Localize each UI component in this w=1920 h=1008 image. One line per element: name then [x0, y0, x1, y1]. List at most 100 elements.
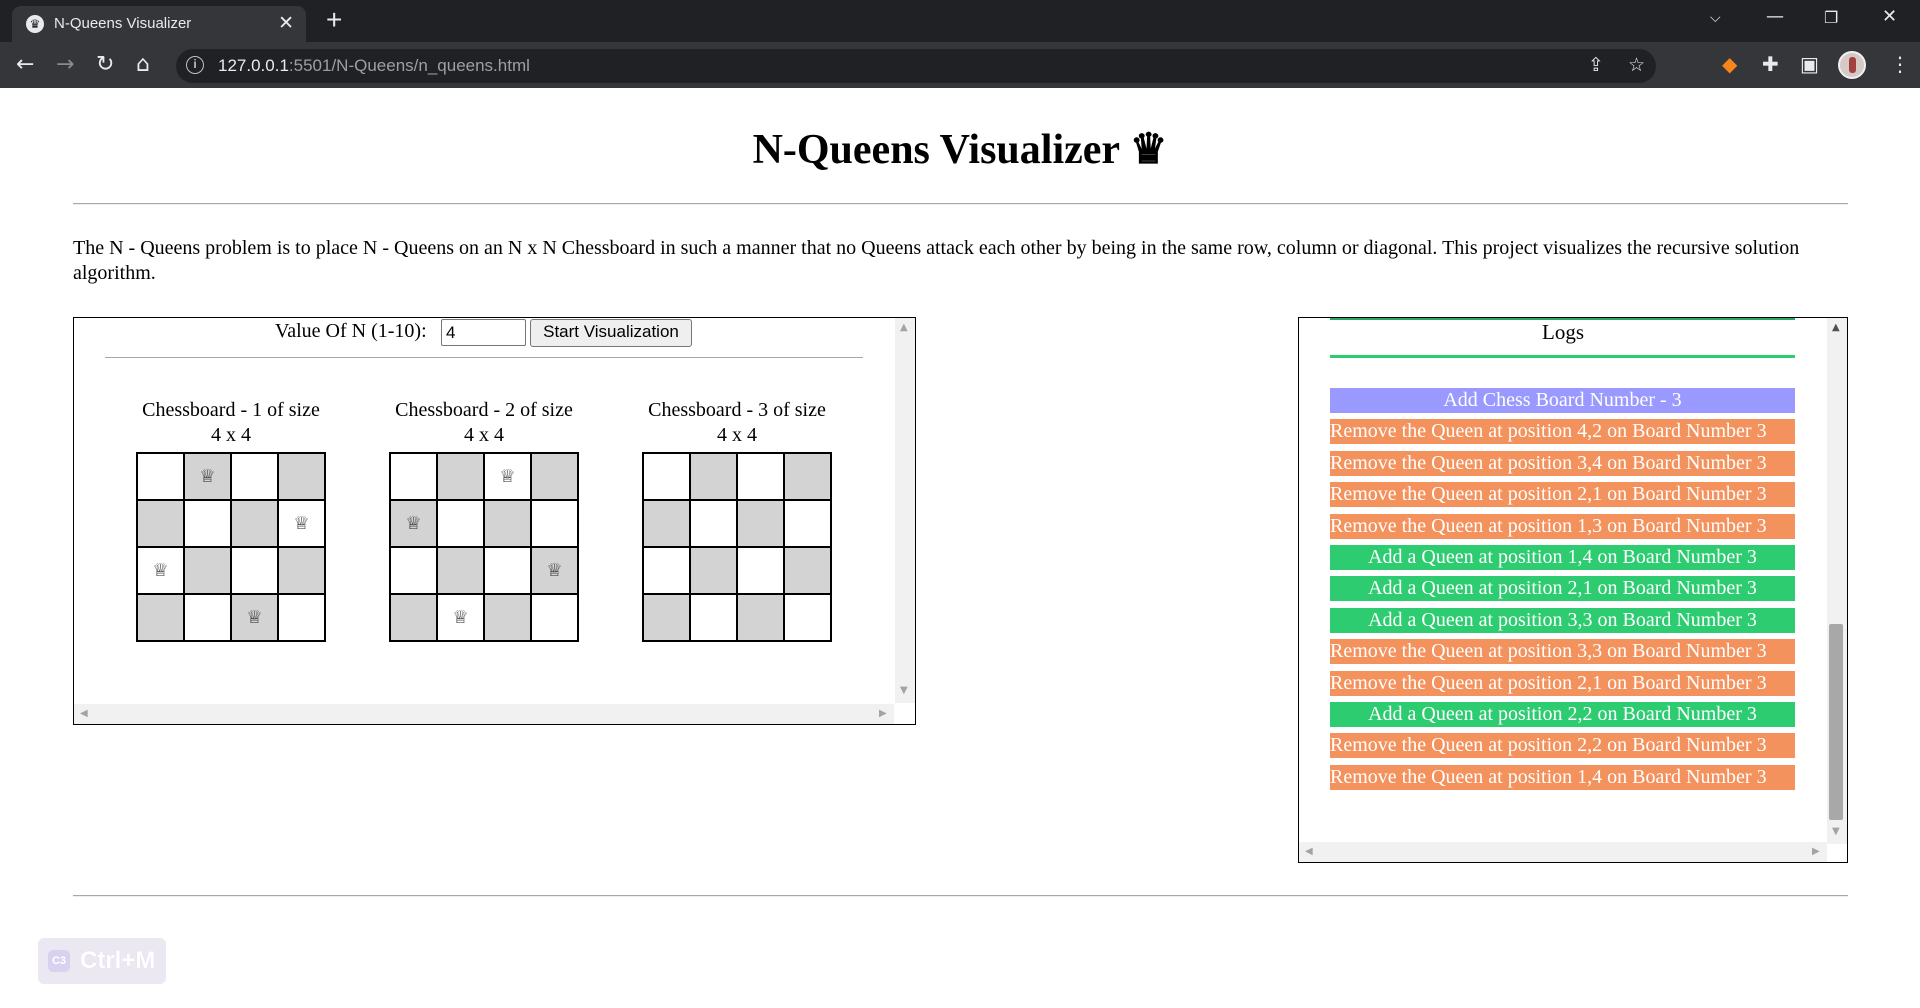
board-square — [737, 500, 784, 547]
new-tab-icon[interactable]: + — [326, 6, 342, 34]
queen-icon: ♕ — [452, 607, 469, 628]
logs-panel[interactable]: Logs Add Chess Board Number - 3 Remove th… — [1298, 317, 1848, 863]
star-bookmark-icon[interactable]: ☆ — [1628, 54, 1645, 76]
shortcut-overlay[interactable]: C3 Ctrl+M — [38, 938, 166, 984]
logs-vertical-scrollbar[interactable]: ▲ ▼ — [1827, 318, 1847, 844]
board-square — [690, 547, 737, 594]
logs-horizontal-scrollbar[interactable]: ◀ ▶ — [1299, 842, 1827, 862]
queen-icon: ♕ — [405, 513, 422, 534]
browser-menu-icon[interactable]: ⋮ — [1890, 52, 1910, 76]
board-square — [184, 594, 231, 641]
site-info-icon[interactable]: i — [186, 56, 204, 74]
shortcut-label: Ctrl+M — [80, 947, 156, 974]
scroll-right-arrow-icon[interactable]: ▶ — [1812, 846, 1820, 857]
board-square — [531, 500, 578, 547]
board-square — [231, 453, 278, 500]
board-square: ♕ — [231, 594, 278, 641]
board-square — [278, 594, 325, 641]
board-square — [484, 547, 531, 594]
share-icon[interactable]: ⇪ — [1588, 54, 1604, 76]
board-size-label: 4 x 4 — [717, 424, 757, 446]
board-square — [784, 594, 831, 641]
browser-tab[interactable]: ♛ N-Queens Visualizer ✕ — [12, 6, 306, 42]
scroll-left-arrow-icon[interactable]: ◀ — [80, 708, 88, 719]
horizontal-scrollbar[interactable]: ◀ ▶ — [74, 704, 894, 724]
board-square — [278, 547, 325, 594]
forward-icon[interactable]: → — [56, 51, 74, 79]
scroll-up-arrow-icon[interactable]: ▲ — [1832, 322, 1840, 333]
controls-divider — [105, 357, 863, 358]
reload-icon[interactable]: ↻ — [96, 51, 114, 79]
scroll-up-arrow-icon[interactable]: ▲ — [900, 322, 908, 333]
side-panel-icon[interactable]: ▣ — [1800, 52, 1819, 76]
board-square: ♕ — [184, 453, 231, 500]
log-entry-add-board: Add Chess Board Number - 3 — [1330, 388, 1795, 413]
metamask-extension-icon[interactable]: ◆ — [1722, 52, 1737, 76]
board-square: ♕ — [531, 547, 578, 594]
overlay-logo-icon: C3 — [48, 950, 70, 972]
crown-favicon-icon: ♛ — [26, 15, 44, 33]
address-bar[interactable]: i 127.0.0.1:5501/N-Queens/n_queens.html … — [176, 49, 1656, 83]
profile-avatar[interactable] — [1838, 51, 1866, 79]
start-visualization-button[interactable]: Start Visualization — [530, 319, 692, 347]
board-square — [531, 453, 578, 500]
board-square — [390, 594, 437, 641]
board-square — [643, 594, 690, 641]
back-icon[interactable]: ← — [16, 51, 34, 79]
chessboard-2: ♕ ♕ ♕ ♕ — [389, 452, 579, 642]
board-container-3: Chessboard - 3 of size 4 x 4 — [642, 398, 832, 642]
board-square — [784, 500, 831, 547]
log-entry-add-queen: Add a Queen at position 3,3 on Board Num… — [1330, 607, 1795, 633]
queen-icon: ♕ — [152, 560, 169, 581]
extensions-puzzle-icon[interactable]: ✚ — [1762, 52, 1779, 76]
log-entry-remove-queen: Remove the Queen at position 2,1 on Boar… — [1330, 670, 1795, 696]
title-divider — [73, 203, 1848, 205]
page-title: N-Queens Visualizer ♛ — [752, 127, 1168, 173]
scroll-down-arrow-icon[interactable]: ▼ — [1832, 826, 1840, 837]
board-square — [137, 594, 184, 641]
board-square — [437, 453, 484, 500]
board-square — [231, 547, 278, 594]
board-square: ♕ — [137, 547, 184, 594]
log-entry-remove-queen: Remove the Queen at position 1,4 on Boar… — [1330, 764, 1795, 790]
board-square: ♕ — [278, 500, 325, 547]
minimize-icon[interactable]: — — [1766, 6, 1784, 27]
scroll-down-arrow-icon[interactable]: ▼ — [900, 685, 908, 696]
footer-divider — [73, 895, 1848, 897]
board-square: ♕ — [437, 594, 484, 641]
close-tab-icon[interactable]: ✕ — [278, 12, 294, 35]
close-window-icon[interactable]: ✕ — [1882, 6, 1897, 27]
board-square — [737, 547, 784, 594]
intro-paragraph: The N - Queens problem is to place N - Q… — [73, 237, 1800, 284]
board-square — [690, 500, 737, 547]
board-square — [690, 594, 737, 641]
restore-icon[interactable]: ❐ — [1824, 8, 1838, 27]
board-container-1: Chessboard - 1 of size 4 x 4 ♕ ♕ ♕ ♕ — [136, 398, 326, 642]
board-square — [643, 500, 690, 547]
board-square: ♕ — [390, 500, 437, 547]
scroll-right-arrow-icon[interactable]: ▶ — [879, 708, 887, 719]
board-square — [137, 500, 184, 547]
scroll-left-arrow-icon[interactable]: ◀ — [1305, 846, 1313, 857]
log-entry-partial — [1330, 355, 1795, 358]
home-icon[interactable]: ⌂ — [136, 51, 150, 79]
scrollbar-thumb[interactable] — [1829, 624, 1843, 820]
url-text[interactable]: 127.0.0.1:5501/N-Queens/n_queens.html — [218, 56, 530, 76]
vertical-scrollbar[interactable]: ▲ ▼ — [895, 318, 915, 703]
queen-icon: ♕ — [293, 513, 310, 534]
n-value-input[interactable] — [441, 319, 526, 346]
board-square — [484, 500, 531, 547]
visualization-panel[interactable]: Value Of N (1-10): Start Visualization C… — [73, 317, 916, 725]
tab-search-chevron-icon[interactable]: ⌵ — [1710, 10, 1721, 26]
log-entry-remove-queen: Remove the Queen at position 3,4 on Boar… — [1330, 450, 1795, 476]
log-entry-remove-queen: Remove the Queen at position 2,2 on Boar… — [1330, 733, 1795, 759]
board-square — [690, 453, 737, 500]
tab-title: N-Queens Visualizer — [54, 15, 192, 32]
board-square — [231, 500, 278, 547]
board-square — [390, 547, 437, 594]
board-caption: Chessboard - 1 of size — [142, 399, 320, 421]
log-entry-remove-queen: Remove the Queen at position 4,2 on Boar… — [1330, 419, 1795, 445]
board-square — [484, 594, 531, 641]
board-container-2: Chessboard - 2 of size 4 x 4 ♕ ♕ ♕ ♕ — [389, 398, 579, 642]
board-caption: Chessboard - 3 of size — [648, 399, 826, 421]
